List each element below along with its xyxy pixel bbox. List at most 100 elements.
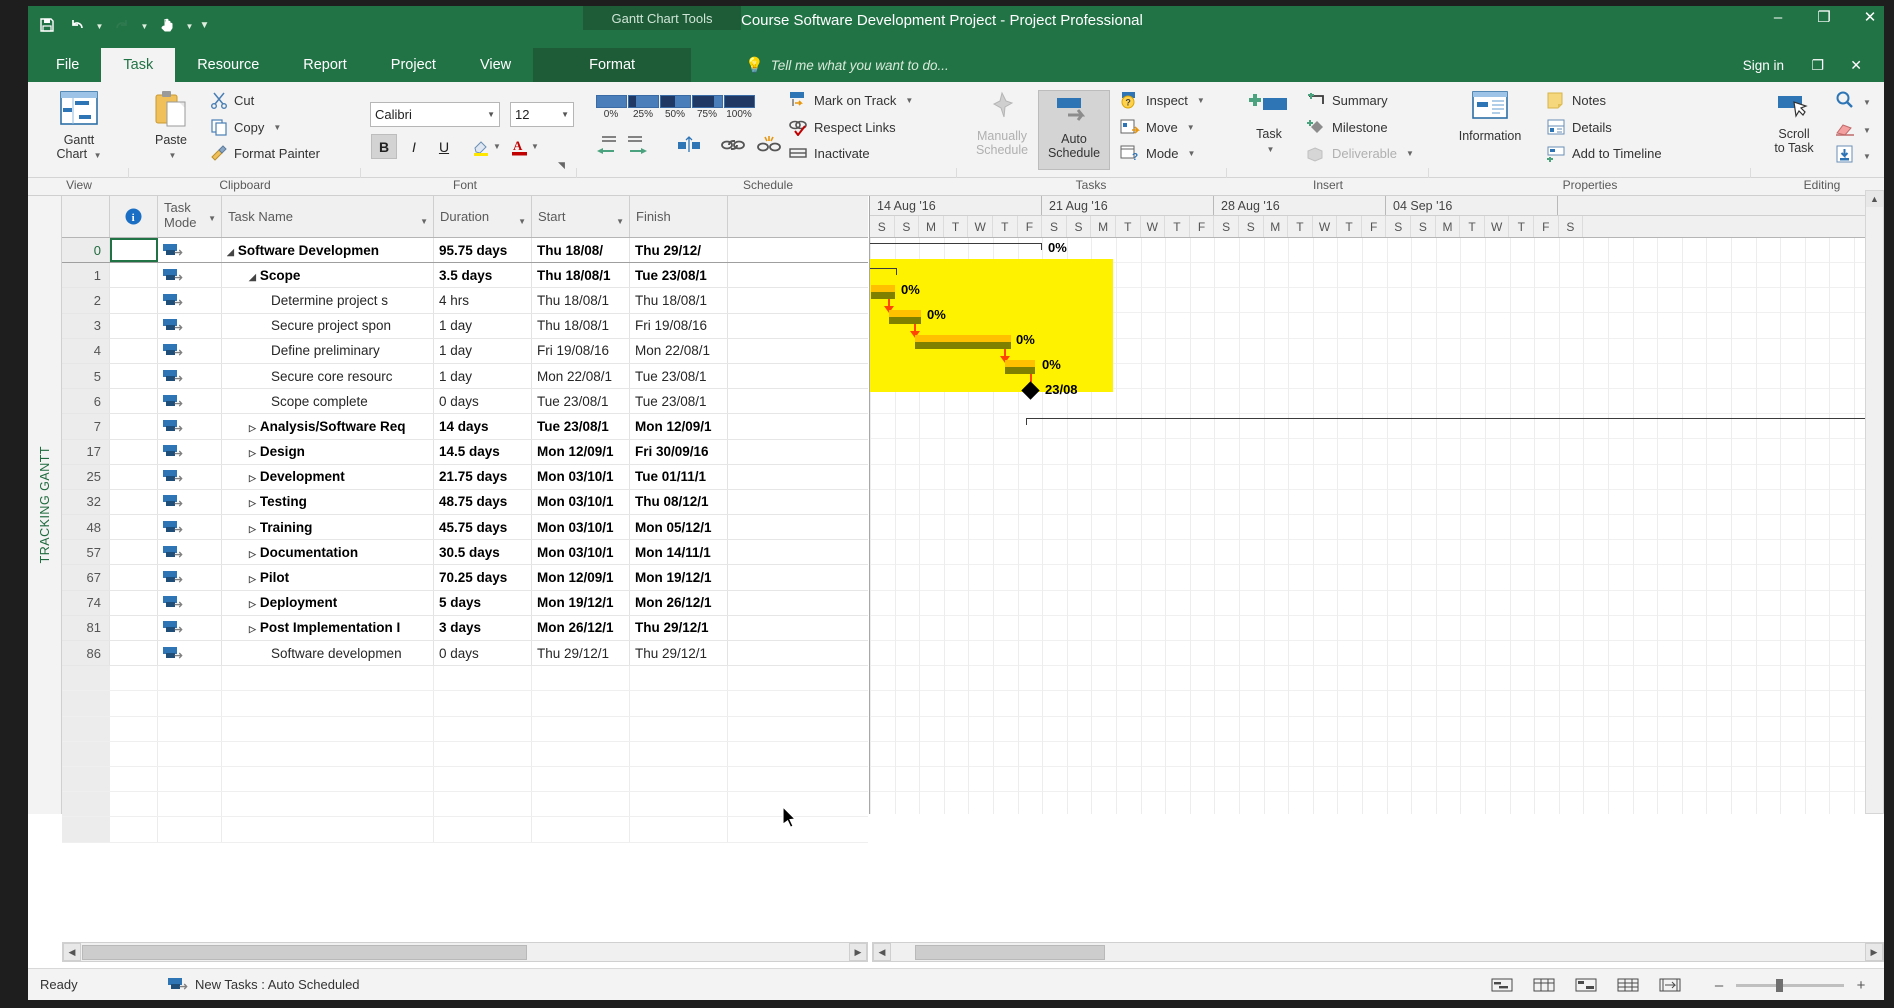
table-empty-row[interactable] — [62, 716, 868, 742]
row-start-cell[interactable]: Mon 22/08/1 — [532, 363, 630, 389]
table-scroll-left-arrow[interactable]: ◀ — [63, 943, 81, 961]
row-finish-cell[interactable]: Mon 05/12/1 — [630, 515, 728, 540]
mark-on-track-button[interactable]: Mark on Track ▼ — [788, 91, 913, 109]
row-duration-cell[interactable]: 0 days — [434, 641, 532, 666]
row-indicator-cell[interactable] — [110, 540, 158, 565]
unlink-tasks-button[interactable] — [756, 134, 782, 159]
row-task-name-cell[interactable] — [222, 792, 434, 817]
row-duration-cell[interactable]: 1 day — [434, 338, 532, 363]
column-header-indicator[interactable]: i — [110, 196, 158, 237]
row-task-name-cell[interactable] — [222, 666, 434, 691]
row-task-mode-cell[interactable]: ➜ — [158, 263, 222, 288]
link-tasks-button[interactable] — [720, 134, 746, 159]
row-start-cell[interactable]: Thu 29/12/1 — [532, 641, 630, 666]
row-duration-cell[interactable]: 95.75 days — [434, 238, 532, 263]
percent-25-button[interactable]: 25% — [626, 95, 660, 120]
row-task-mode-cell[interactable] — [158, 792, 222, 817]
column-header-task-name[interactable]: Task Name ▼ — [222, 196, 434, 237]
summary-task-button[interactable]: Summary — [1306, 91, 1388, 109]
minimize-button[interactable]: – — [1768, 10, 1788, 25]
view-name-strip[interactable]: TRACKING GANTT — [28, 196, 62, 814]
expand-collapse-icon[interactable]: ◢ — [249, 272, 256, 283]
row-task-name-cell[interactable]: ◢ Software Developmen — [222, 238, 434, 263]
row-start-cell[interactable]: Thu 18/08/1 — [532, 313, 630, 338]
expand-collapse-icon[interactable]: ▷ — [249, 549, 256, 560]
row-start-cell[interactable]: Mon 26/12/1 — [532, 615, 630, 640]
row-task-mode-cell[interactable] — [158, 766, 222, 792]
row-id-cell[interactable]: 74 — [62, 590, 110, 615]
table-row[interactable]: 0 ➜ ◢ Software Developmen 95.75 days Thu 18/0… — [62, 238, 868, 264]
expand-collapse-icon[interactable]: ▷ — [249, 524, 256, 535]
zoom-thumb[interactable] — [1776, 979, 1783, 992]
row-finish-cell[interactable]: Fri 19/08/16 — [630, 313, 728, 338]
chevron-down-icon[interactable]: ▼ — [1187, 123, 1195, 132]
row-task-mode-cell[interactable] — [158, 666, 222, 691]
chevron-down-icon[interactable]: ▼ — [169, 151, 177, 160]
row-task-name-cell[interactable]: ▷ Testing — [222, 489, 434, 515]
vertical-scrollbar[interactable]: ▲ — [1865, 190, 1884, 814]
touch-mode-icon[interactable] — [154, 12, 180, 38]
tab-report[interactable]: Report — [281, 48, 369, 82]
chevron-down-icon[interactable]: ▼ — [518, 217, 526, 226]
tab-resource[interactable]: Resource — [175, 48, 281, 82]
row-duration-cell[interactable]: 0 days — [434, 389, 532, 414]
respect-links-button[interactable]: Respect Links — [788, 118, 896, 136]
column-header-start[interactable]: Start ▼ — [532, 196, 630, 237]
row-task-mode-cell[interactable]: ➜ — [158, 641, 222, 666]
row-task-name-cell[interactable]: ▷ Training — [222, 515, 434, 540]
row-task-mode-cell[interactable]: ➜ — [158, 489, 222, 515]
row-task-mode-cell[interactable]: ➜ — [158, 515, 222, 540]
split-task-button[interactable] — [676, 134, 702, 159]
table-row[interactable]: 4 ➜ Define preliminary 1 day Fri 19/08/16 Mon… — [62, 338, 868, 364]
auto-schedule-button[interactable]: Auto Schedule — [1038, 90, 1110, 170]
table-row[interactable]: 1 ➜ ◢ Scope 3.5 days Thu 18/08/1 Tue 23/08/1 — [62, 263, 868, 289]
reports-view-button[interactable] — [1656, 974, 1684, 996]
table-row[interactable]: 6 ➜ Scope complete 0 days Tue 23/08/1 Tue 23/… — [62, 389, 868, 415]
row-duration-cell[interactable]: 70.25 days — [434, 565, 532, 590]
chevron-down-icon[interactable]: ▼ — [420, 217, 428, 226]
scope-summary-bar[interactable] — [870, 268, 897, 275]
expand-collapse-icon[interactable]: ▷ — [249, 473, 256, 484]
row-duration-cell[interactable]: 1 day — [434, 363, 532, 389]
row-task-name-cell[interactable]: ▷ Analysis/Software Req — [222, 414, 434, 439]
row-id-cell[interactable]: 7 — [62, 414, 110, 439]
column-header-task-mode[interactable]: Task Mode ▼ — [158, 196, 222, 237]
row-indicator-cell[interactable] — [110, 313, 158, 338]
row-task-name-cell[interactable]: ◢ Scope — [222, 263, 434, 288]
tab-format[interactable]: Format — [533, 48, 692, 82]
row-id-cell[interactable] — [62, 766, 110, 792]
zoom-out-button[interactable]: – — [1712, 977, 1726, 994]
table-row[interactable]: 32 ➜ ▷ Testing 48.75 days Mon 03/10/1 Thu 08/1… — [62, 489, 868, 516]
row-task-name-cell[interactable]: Determine project s — [222, 288, 434, 313]
row-task-name-cell[interactable] — [222, 691, 434, 716]
row-finish-cell[interactable]: Thu 29/12/1 — [630, 641, 728, 666]
mode-button[interactable]: ? Mode ▼ — [1120, 144, 1195, 162]
row-indicator-cell[interactable] — [110, 741, 158, 766]
row-task-mode-cell[interactable]: ➜ — [158, 338, 222, 363]
indent-task-button[interactable] — [626, 134, 650, 159]
row-id-cell[interactable]: 2 — [62, 288, 110, 313]
chevron-down-icon[interactable]: ▼ — [487, 110, 495, 119]
close-button[interactable]: ✕ — [1860, 10, 1880, 25]
font-name-input[interactable]: Calibri ▼ — [370, 102, 500, 127]
resource-sheet-view-button[interactable] — [1614, 974, 1642, 996]
chevron-down-icon[interactable]: ▼ — [94, 151, 102, 160]
copy-button[interactable]: Copy ▼ — [210, 118, 281, 136]
row-duration-cell[interactable]: 14.5 days — [434, 439, 532, 464]
row-finish-cell[interactable]: Tue 23/08/1 — [630, 363, 728, 389]
chevron-down-icon[interactable]: ▼ — [1188, 149, 1196, 158]
highlight-color-icon[interactable] — [468, 134, 494, 159]
row-start-cell[interactable]: Mon 12/09/1 — [532, 439, 630, 464]
chevron-down-icon[interactable]: ▼ — [273, 123, 281, 132]
row-id-cell[interactable]: 0 — [62, 238, 110, 263]
row-finish-cell[interactable] — [630, 691, 728, 716]
row-task-name-cell[interactable]: Define preliminary — [222, 338, 434, 363]
scroll-up-arrow[interactable]: ▲ — [1866, 191, 1883, 207]
column-header-finish[interactable]: Finish — [630, 196, 728, 237]
row-indicator-cell[interactable] — [110, 515, 158, 540]
percent-50-button[interactable]: 50% — [658, 95, 692, 120]
row-duration-cell[interactable]: 3.5 days — [434, 263, 532, 288]
percent-0-button[interactable]: 0% — [594, 95, 628, 120]
row-duration-cell[interactable]: 45.75 days — [434, 515, 532, 540]
row-indicator-cell[interactable] — [110, 489, 158, 515]
